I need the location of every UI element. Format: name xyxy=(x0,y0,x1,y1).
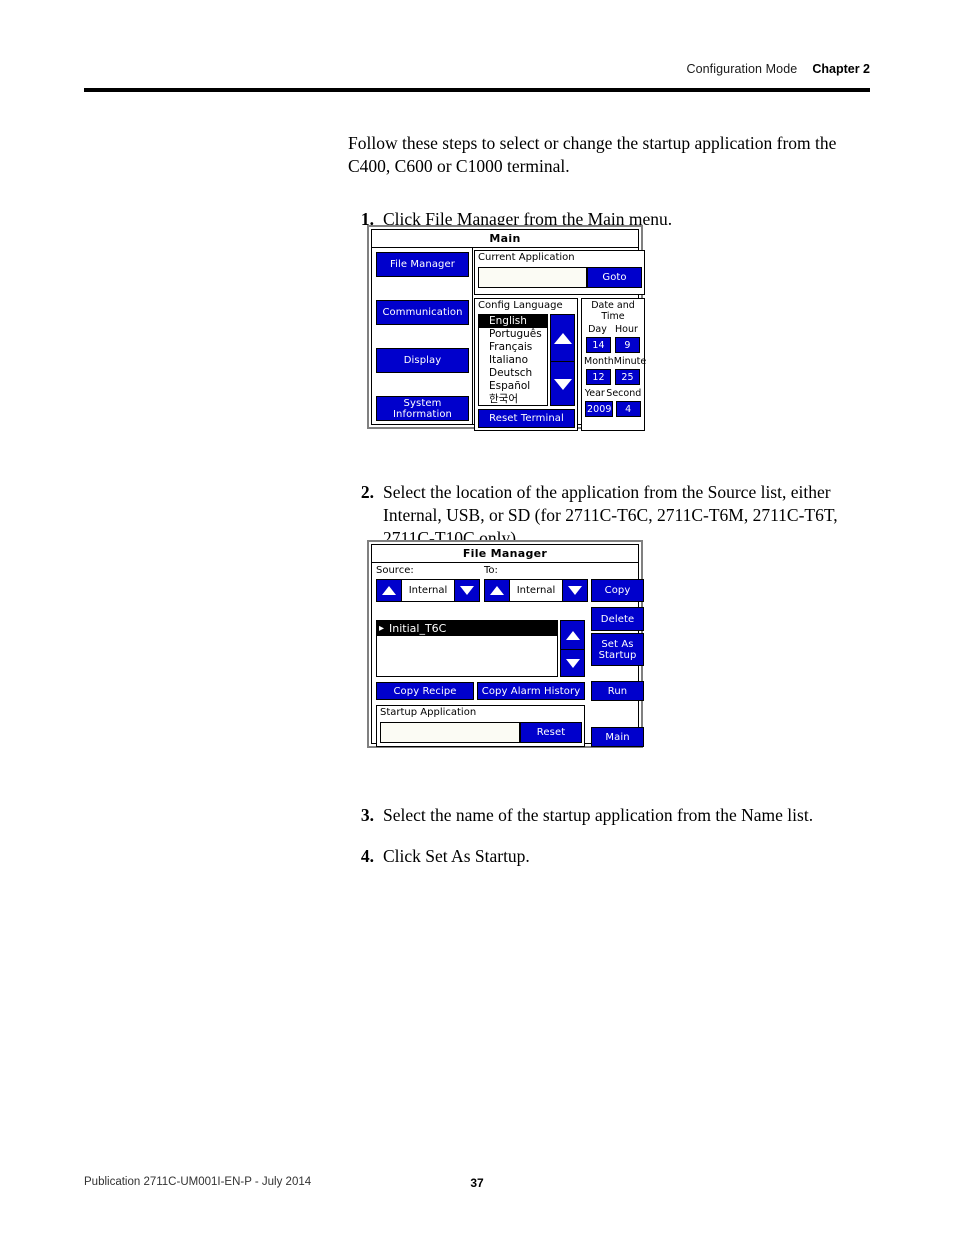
header-chapter-title: Configuration Mode xyxy=(686,62,798,76)
button-goto[interactable]: Goto xyxy=(587,267,642,288)
date-time-label-row-3: Year Second xyxy=(582,388,644,399)
language-item-francais[interactable]: Français xyxy=(479,341,547,354)
date-time-value-row-1: 14 9 xyxy=(582,337,644,353)
step-number-3: 3. xyxy=(360,805,374,825)
triangle-down-icon xyxy=(460,586,474,595)
field-minute[interactable]: 25 xyxy=(615,369,640,385)
hmi-file-manager-title: File Manager xyxy=(372,545,638,563)
label-date-and-time: Date and Time xyxy=(591,300,635,322)
group-current-application: Current Application Goto xyxy=(474,250,645,295)
destination-down-button[interactable] xyxy=(563,580,587,601)
group-config-language: Config Language English Português França… xyxy=(474,298,578,431)
button-copy[interactable]: Copy xyxy=(591,579,644,602)
triangle-down-icon xyxy=(553,378,572,390)
button-file-manager[interactable]: File Manager xyxy=(376,252,469,277)
startup-application-input[interactable] xyxy=(380,722,520,743)
language-scroll-up-button[interactable] xyxy=(551,315,574,361)
field-day[interactable]: 14 xyxy=(586,337,611,353)
file-list-scroll-up-button[interactable] xyxy=(561,621,584,649)
destination-selector[interactable]: Internal xyxy=(484,579,588,602)
hmi-screenshot-file-manager: File Manager Source: To: Internal Intern… xyxy=(367,540,644,748)
language-item-portugues[interactable]: Português xyxy=(479,328,547,341)
file-list-item-selected[interactable]: Initial_T6C xyxy=(377,621,557,636)
step-text-4: Click Set As Startup. xyxy=(383,846,530,866)
date-time-value-row-2: 12 25 xyxy=(582,369,644,385)
header-divider-rule xyxy=(84,88,870,92)
button-system-information[interactable]: System Information xyxy=(376,396,469,421)
triangle-up-icon xyxy=(490,586,504,595)
triangle-up-icon xyxy=(565,630,580,640)
button-reset[interactable]: Reset xyxy=(520,722,582,743)
label-source: Source: xyxy=(376,565,414,576)
hmi-main-column-divider xyxy=(472,248,473,424)
button-set-as-startup[interactable]: Set As Startup xyxy=(591,633,644,666)
label-config-language: Config Language xyxy=(478,300,563,311)
source-selector[interactable]: Internal xyxy=(376,579,480,602)
field-year[interactable]: 2009 xyxy=(585,401,614,417)
destination-value: Internal xyxy=(509,580,563,601)
label-year: Year xyxy=(584,388,605,399)
language-item-korean[interactable]: 한국어 xyxy=(479,393,547,405)
hmi-screenshot-main-menu: Main File Manager Communication Display … xyxy=(367,225,646,431)
button-communication[interactable]: Communication xyxy=(376,300,469,325)
button-reset-terminal[interactable]: Reset Terminal xyxy=(478,409,575,428)
startup-application-row: Reset xyxy=(380,722,582,743)
hmi-main-title: Main xyxy=(372,230,638,248)
language-listbox[interactable]: English Português Français Italiano Deut… xyxy=(478,314,548,406)
current-application-input[interactable] xyxy=(478,267,587,288)
current-application-row: Goto xyxy=(478,267,642,288)
button-delete[interactable]: Delete xyxy=(591,607,644,631)
button-display[interactable]: Display xyxy=(376,348,469,373)
date-time-label-row-2: Month Minute xyxy=(582,356,647,367)
triangle-up-icon xyxy=(553,332,572,344)
label-hour: Hour xyxy=(615,324,638,335)
footer-page-number: 37 xyxy=(470,1176,484,1190)
destination-up-button[interactable] xyxy=(485,580,509,601)
step-number-2: 2. xyxy=(360,482,374,502)
file-list-scrollbar[interactable] xyxy=(560,620,585,677)
step-number-4: 4. xyxy=(360,846,374,866)
date-time-label-row-1: Day Hour xyxy=(582,324,644,335)
step-text-3: Select the name of the startup applicati… xyxy=(383,805,814,825)
source-value: Internal xyxy=(401,580,455,601)
triangle-up-icon xyxy=(382,586,396,595)
language-item-italiano[interactable]: Italiano xyxy=(479,354,547,367)
language-item-english[interactable]: English xyxy=(479,315,547,328)
intro-paragraph: Follow these steps to select or change t… xyxy=(348,133,837,176)
file-listbox[interactable]: Initial_T6C xyxy=(376,620,558,677)
language-item-espanol[interactable]: Español xyxy=(479,380,547,393)
triangle-down-icon xyxy=(565,659,580,668)
date-time-value-row-3: 2009 4 xyxy=(582,401,644,417)
button-main[interactable]: Main xyxy=(591,727,644,747)
button-copy-recipe[interactable]: Copy Recipe xyxy=(376,682,474,700)
label-day: Day xyxy=(588,324,607,335)
step-item-3: 3. Select the name of the startup applic… xyxy=(348,804,870,827)
group-date-and-time: Date and Time Day Hour 14 9 Month Minute… xyxy=(581,298,647,431)
label-to: To: xyxy=(484,565,498,576)
field-hour[interactable]: 9 xyxy=(615,337,640,353)
language-scrollbar[interactable] xyxy=(550,314,575,406)
field-second[interactable]: 4 xyxy=(615,401,641,417)
source-down-button[interactable] xyxy=(455,580,479,601)
language-item-deutsch[interactable]: Deutsch xyxy=(479,367,547,380)
label-current-application: Current Application xyxy=(478,252,575,263)
hmi-main-inner: Main File Manager Communication Display … xyxy=(371,229,646,431)
file-list-scroll-down-button[interactable] xyxy=(561,649,584,677)
language-scroll-down-button[interactable] xyxy=(551,361,574,406)
label-month: Month xyxy=(584,356,614,367)
header-chapter-number: Chapter 2 xyxy=(812,62,870,76)
label-minute: Minute xyxy=(613,356,647,367)
button-run[interactable]: Run xyxy=(591,681,644,701)
label-second: Second xyxy=(606,388,642,399)
label-startup-application: Startup Application xyxy=(380,707,477,718)
source-up-button[interactable] xyxy=(377,580,401,601)
field-month[interactable]: 12 xyxy=(586,369,611,385)
hmi-file-manager-inner: File Manager Source: To: Internal Intern… xyxy=(371,544,644,747)
step-item-4: 4. Click Set As Startup. xyxy=(348,845,870,868)
group-startup-application: Startup Application Reset xyxy=(376,705,585,747)
triangle-down-icon xyxy=(568,586,582,595)
button-copy-alarm-history[interactable]: Copy Alarm History xyxy=(477,682,585,700)
